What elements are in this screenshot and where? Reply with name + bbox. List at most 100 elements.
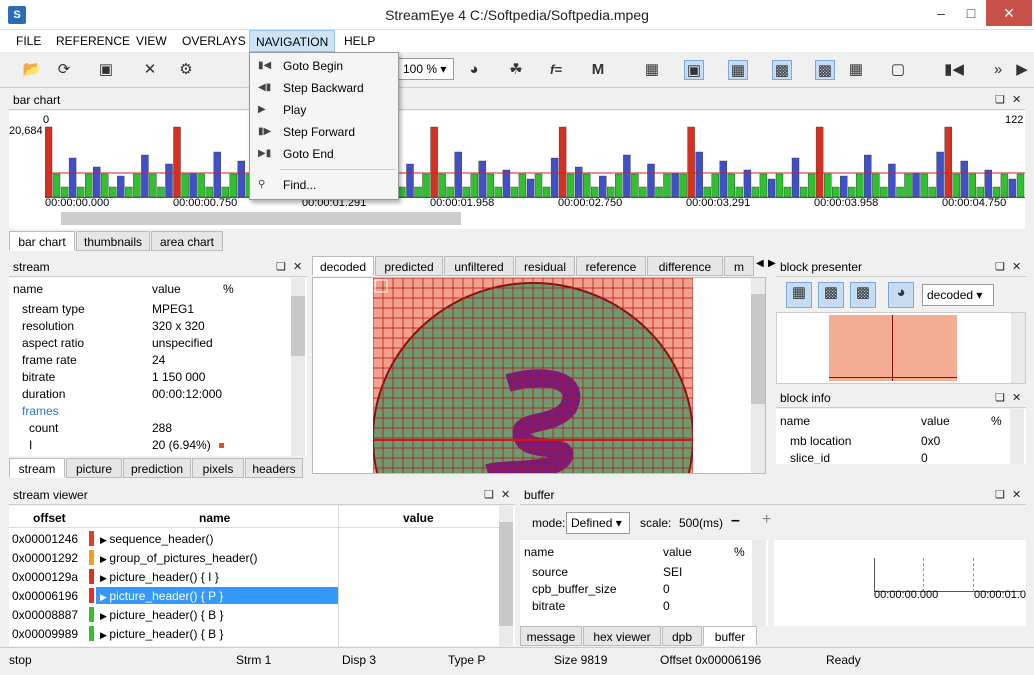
frame-bar[interactable] bbox=[518, 173, 527, 197]
tab-difference[interactable]: difference bbox=[647, 256, 723, 276]
bp-tiles-icon[interactable]: ▩ bbox=[850, 282, 876, 308]
frame-bar[interactable] bbox=[815, 126, 824, 197]
close-panel-icon[interactable]: ✕ bbox=[501, 488, 510, 501]
menu-item-step-forward[interactable]: ▮▶ Step Forward bbox=[250, 122, 398, 144]
zoom-area-icon[interactable]: ▢ bbox=[888, 60, 908, 80]
next-icon[interactable]: ▶ bbox=[1012, 60, 1032, 80]
settings-gear-icon[interactable]: ⚙ bbox=[176, 60, 196, 80]
frame-bar[interactable] bbox=[735, 186, 743, 197]
frame-bar[interactable] bbox=[952, 173, 960, 197]
frame-bar[interactable] bbox=[157, 186, 165, 197]
tab-headers[interactable]: headers bbox=[245, 458, 303, 478]
frame-bar[interactable] bbox=[615, 173, 623, 197]
table-row[interactable]: 0x00006196 ▶ picture_header() { P } bbox=[9, 586, 499, 605]
tab-predicted[interactable]: predicted bbox=[375, 256, 443, 276]
minimize-button[interactable]: – bbox=[926, 0, 956, 26]
frame-bar[interactable] bbox=[229, 173, 238, 197]
frame-bar[interactable] bbox=[791, 157, 800, 197]
frame-bar[interactable] bbox=[430, 126, 438, 197]
frame-bar[interactable] bbox=[968, 173, 976, 197]
frame-bar[interactable] bbox=[864, 154, 872, 197]
frame-bar[interactable] bbox=[173, 126, 181, 197]
frame-bar[interactable] bbox=[936, 151, 944, 197]
frame-bar[interactable] bbox=[759, 173, 768, 197]
frame-bar[interactable] bbox=[205, 186, 213, 197]
frame-bar[interactable] bbox=[607, 186, 615, 197]
grid-toggle-icon[interactable]: ▣ bbox=[684, 60, 704, 80]
frame-bar[interactable] bbox=[984, 169, 992, 197]
bug-icon[interactable]: ☘ bbox=[506, 60, 526, 80]
frame-bar[interactable] bbox=[856, 173, 864, 197]
frame-bar[interactable] bbox=[558, 126, 567, 197]
frame-bar[interactable] bbox=[992, 186, 1001, 197]
frame-bar[interactable] bbox=[671, 172, 679, 197]
menu-reference[interactable]: REFERENCE bbox=[56, 34, 130, 48]
frame-bar[interactable] bbox=[599, 175, 607, 197]
frame-bar[interactable] bbox=[406, 163, 414, 197]
block-preview-scrollbar[interactable] bbox=[1011, 313, 1025, 383]
table-row[interactable]: 0x0000129a ▶ picture_header() { I } bbox=[9, 567, 499, 586]
frame-bar[interactable] bbox=[165, 163, 173, 197]
bar-chart-scrollbar[interactable] bbox=[61, 212, 461, 225]
frame-bar[interactable] bbox=[181, 173, 189, 197]
frame-bar[interactable] bbox=[76, 186, 85, 197]
tab-bar-chart[interactable]: bar chart bbox=[9, 231, 75, 251]
frame-bar[interactable] bbox=[542, 186, 551, 197]
frame-bar[interactable] bbox=[840, 175, 848, 197]
frame-bar[interactable] bbox=[45, 126, 53, 197]
frame-bar[interactable] bbox=[687, 126, 695, 197]
frame-bar[interactable] bbox=[1008, 178, 1017, 197]
menu-item-play[interactable]: ▶ Play bbox=[250, 100, 398, 122]
frame-bar[interactable] bbox=[880, 186, 888, 197]
frame-bar[interactable] bbox=[703, 186, 711, 197]
frame-bar[interactable] bbox=[197, 173, 205, 197]
menu-view[interactable]: VIEW bbox=[136, 34, 167, 48]
frame-bar[interactable] bbox=[944, 126, 952, 197]
frame-bar[interactable] bbox=[149, 173, 157, 197]
frame-bar[interactable] bbox=[398, 186, 406, 197]
buffer-mode-select[interactable]: Defined ▾ bbox=[566, 512, 630, 534]
open-folder-icon[interactable]: 📂 bbox=[22, 60, 42, 80]
frame-bar[interactable] bbox=[125, 186, 133, 197]
frame-bar[interactable] bbox=[68, 157, 77, 197]
table-row[interactable]: 0x00001246 ▶ sequence_header() bbox=[9, 529, 499, 548]
undock-icon[interactable]: ❏ bbox=[276, 260, 286, 273]
frame-bar[interactable] bbox=[52, 173, 61, 197]
frame-bar[interactable] bbox=[502, 169, 511, 197]
tab-area-chart[interactable]: area chart bbox=[151, 231, 223, 251]
frame-bar[interactable] bbox=[414, 186, 422, 197]
frame-bar[interactable] bbox=[583, 173, 591, 197]
table-row[interactable]: 0x00008887 ▶ picture_header() { B } bbox=[9, 605, 499, 624]
frame-bar[interactable] bbox=[928, 186, 936, 197]
layout-icon[interactable]: ▦ bbox=[846, 60, 866, 80]
frame-bar[interactable] bbox=[550, 157, 559, 197]
frame-bar[interactable] bbox=[623, 154, 631, 197]
frame-bar[interactable] bbox=[510, 186, 519, 197]
undock-icon[interactable]: ❏ bbox=[995, 93, 1005, 106]
close-panel-icon[interactable]: ✕ bbox=[293, 260, 302, 273]
formula-button[interactable]: f= bbox=[546, 60, 566, 80]
tab-picture[interactable]: picture bbox=[66, 458, 122, 478]
more-icon[interactable]: » bbox=[988, 60, 1008, 80]
bp-motion-icon[interactable]: ▩ bbox=[818, 282, 844, 308]
frame-bar[interactable] bbox=[446, 186, 454, 197]
frame-bar[interactable] bbox=[422, 173, 430, 197]
frame-bar[interactable] bbox=[454, 151, 462, 197]
frame-bar[interactable] bbox=[976, 186, 984, 197]
frame-bar[interactable] bbox=[655, 186, 663, 197]
bp-clock-icon[interactable]: ◕ bbox=[888, 282, 914, 308]
tab-thumbnails[interactable]: thumbnails bbox=[76, 231, 150, 251]
tab-pixels[interactable]: pixels bbox=[192, 458, 244, 478]
frame-bar[interactable] bbox=[109, 186, 117, 197]
frame-bar[interactable] bbox=[896, 186, 904, 197]
tiles-icon[interactable]: ▩ bbox=[815, 60, 835, 80]
frame-bar[interactable] bbox=[912, 172, 920, 197]
frame-bar[interactable] bbox=[486, 173, 494, 197]
frame-bar[interactable] bbox=[237, 160, 246, 197]
tab-dpb[interactable]: dpb bbox=[662, 626, 702, 646]
close-panel-icon[interactable]: ✕ bbox=[1012, 488, 1021, 501]
bp-mode-select[interactable]: decoded ▾ bbox=[922, 284, 994, 306]
frame-bar[interactable] bbox=[799, 186, 808, 197]
frame-bar[interactable] bbox=[775, 173, 784, 197]
frame-bar[interactable] bbox=[872, 173, 880, 197]
